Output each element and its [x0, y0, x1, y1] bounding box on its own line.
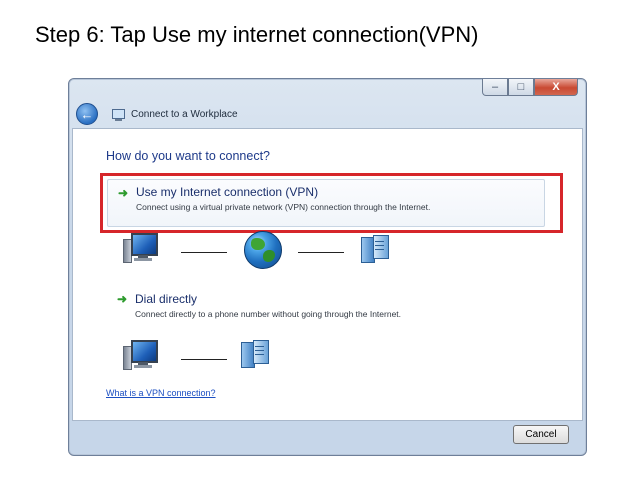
back-button[interactable]: ← [76, 103, 98, 125]
server-icon [241, 338, 271, 368]
red-highlight-box [100, 173, 563, 233]
computer-icon [123, 231, 158, 265]
dial-directly-option[interactable]: ➜ Dial directly Connect directly to a ph… [107, 292, 543, 322]
option-label: Dial directly [135, 292, 198, 306]
globe-icon [244, 231, 282, 269]
back-arrow-icon: ← [80, 106, 94, 122]
vpn-help-link[interactable]: What is a VPN connection? [106, 388, 216, 398]
connect-to-workplace-window: – □ X ← Connect to a Workplace How do yo… [68, 78, 587, 456]
close-button[interactable]: X [534, 79, 578, 96]
computer-icon [123, 338, 158, 372]
wizard-content: How do you want to connect? ➜ Use my Int… [72, 128, 583, 421]
maximize-button[interactable]: □ [508, 79, 534, 96]
window-title: Connect to a Workplace [131, 108, 238, 120]
page-heading: How do you want to connect? [106, 149, 270, 163]
minimize-button[interactable]: – [482, 79, 508, 96]
green-arrow-icon: ➜ [117, 292, 128, 306]
navigation-bar: ← Connect to a Workplace [72, 101, 581, 127]
cancel-button[interactable]: Cancel [513, 425, 569, 444]
connection-line [181, 359, 227, 360]
slide-title: Step 6: Tap Use my internet connection(V… [35, 22, 479, 47]
connection-line [181, 252, 227, 253]
connection-line [298, 252, 344, 253]
window-controls: – □ X [482, 79, 578, 96]
server-icon [361, 233, 391, 263]
option-description: Connect directly to a phone number witho… [135, 309, 402, 319]
network-icon [112, 108, 126, 121]
